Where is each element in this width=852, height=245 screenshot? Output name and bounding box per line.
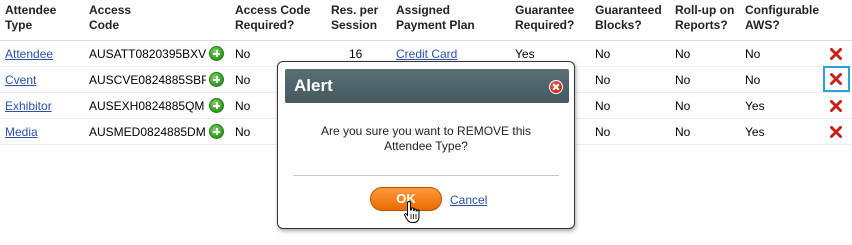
alert-dialog: Alert Are you sure you want to REMOVE th… xyxy=(277,61,575,229)
dialog-message: Are you sure you want to REMOVE this Att… xyxy=(320,124,532,153)
header-attendee-type: Attendee Type xyxy=(5,3,57,32)
guaranteed-blocks: No xyxy=(595,99,611,113)
add-icon[interactable] xyxy=(209,124,224,139)
add-icon[interactable] xyxy=(209,46,224,61)
access-code-required: No xyxy=(235,99,251,113)
dialog-titlebar: Alert xyxy=(285,69,569,103)
add-icon[interactable] xyxy=(209,72,224,87)
header-payment-plan: Assigned Payment Plan xyxy=(396,3,475,32)
delete-icon[interactable] xyxy=(826,96,846,116)
header-configurable-aws: Configurable AWS? xyxy=(745,3,819,32)
dialog-divider xyxy=(293,175,559,176)
configurable-aws: Yes xyxy=(745,125,765,139)
guaranteed-blocks: No xyxy=(595,125,611,139)
access-code: AUSCVE0824885SBF xyxy=(89,73,206,87)
rollup-reports: No xyxy=(675,125,691,139)
header-guarantee-required: Guarantee Required? xyxy=(515,3,575,32)
attendee-type-link[interactable]: Attendee xyxy=(5,47,53,61)
delete-icon[interactable] xyxy=(826,44,846,64)
table-header: Attendee Type Access Code Access Code Requi… xyxy=(0,0,852,41)
add-icon[interactable] xyxy=(209,98,224,113)
access-code-required: No xyxy=(235,125,251,139)
access-code: AUSEXH0824885QM xyxy=(89,99,205,113)
access-code-required: No xyxy=(235,47,251,61)
guaranteed-blocks: No xyxy=(595,73,611,87)
access-code-required: No xyxy=(235,73,251,87)
delete-icon[interactable] xyxy=(826,122,846,142)
cancel-link[interactable]: Cancel xyxy=(450,193,487,207)
attendee-type-link[interactable]: Media xyxy=(5,125,38,139)
delete-icon[interactable] xyxy=(823,66,850,92)
hand-pointer-icon xyxy=(403,200,420,223)
header-access-code-required: Access Code Required? xyxy=(235,3,311,32)
access-code: AUSMED0824885DM xyxy=(89,125,206,139)
header-res-per-session: Res. per Session xyxy=(331,3,379,32)
access-code: AUSATT0820395BXV xyxy=(89,47,206,61)
res-per-session: 16 xyxy=(349,47,363,61)
header-access-code: Access Code xyxy=(89,3,132,32)
payment-plan-link[interactable]: Credit Card xyxy=(396,47,457,61)
attendee-type-link[interactable]: Cvent xyxy=(5,73,36,87)
rollup-reports: No xyxy=(675,47,691,61)
rollup-reports: No xyxy=(675,99,691,113)
guaranteed-blocks: No xyxy=(595,47,611,61)
rollup-reports: No xyxy=(675,73,691,87)
dialog-title: Alert xyxy=(294,76,333,95)
attendee-type-link[interactable]: Exhibitor xyxy=(5,99,52,113)
header-guaranteed-blocks: Guaranteed Blocks? xyxy=(595,3,662,32)
guarantee-required: Yes xyxy=(515,47,535,61)
configurable-aws: Yes xyxy=(745,99,765,113)
close-icon[interactable] xyxy=(549,80,563,94)
header-rollup-reports: Roll-up on Reports? xyxy=(675,3,735,32)
configurable-aws: No xyxy=(745,47,761,61)
configurable-aws: No xyxy=(745,73,761,87)
